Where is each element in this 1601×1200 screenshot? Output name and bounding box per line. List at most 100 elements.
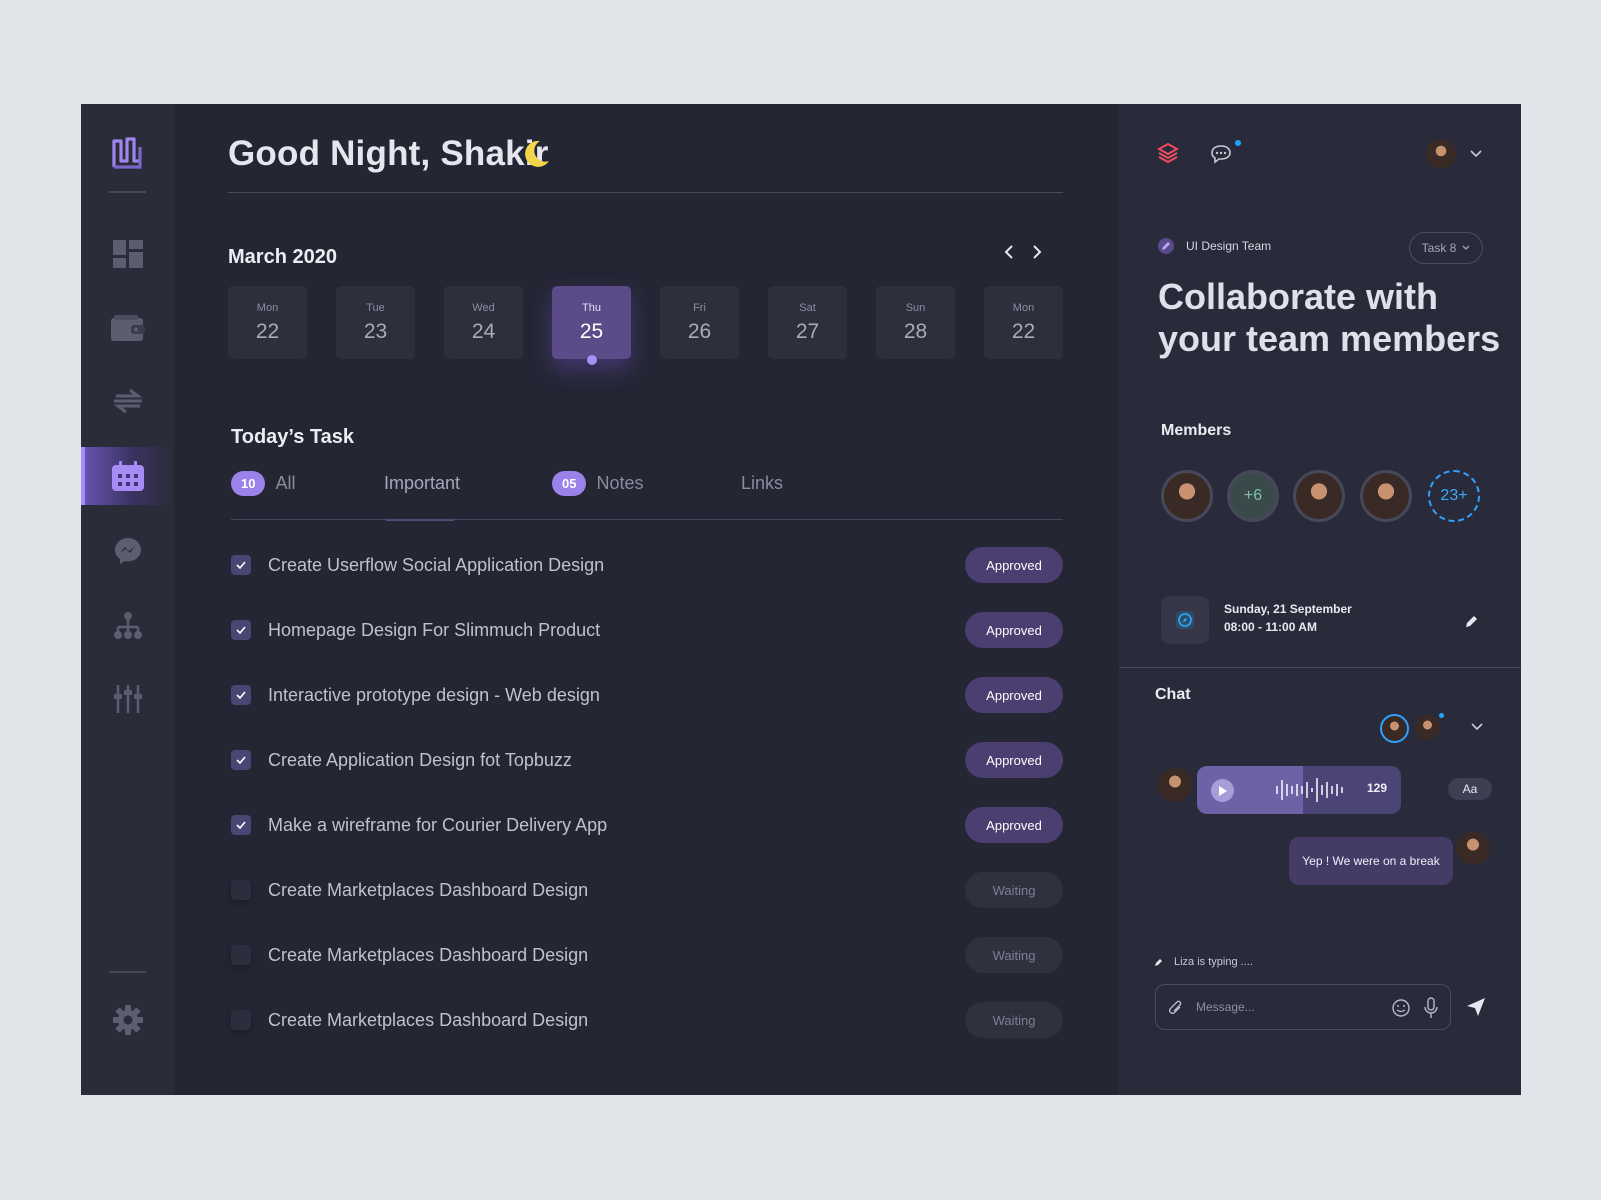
- calendar-day[interactable]: Fri 26: [660, 286, 739, 359]
- member-avatar[interactable]: [1161, 470, 1213, 522]
- members-more-button[interactable]: 23+: [1428, 470, 1480, 522]
- selected-day-dot: [587, 355, 597, 365]
- status-badge[interactable]: Approved: [965, 677, 1063, 713]
- gear-icon: [112, 1005, 143, 1035]
- task-checkbox[interactable]: [231, 945, 251, 965]
- chat-participant-avatar[interactable]: [1380, 714, 1409, 743]
- status-badge[interactable]: Waiting: [965, 1002, 1063, 1038]
- day-date: 24: [471, 320, 496, 343]
- app-window: Good Night, Shakir March 2020 Mon 22 Tue…: [81, 104, 1521, 1095]
- tab-links[interactable]: Links: [741, 468, 783, 498]
- check-icon: [236, 626, 246, 634]
- sidebar-item-hierarchy[interactable]: [81, 597, 174, 655]
- event-icon-box: [1161, 596, 1209, 644]
- day-name: Sun: [905, 302, 926, 314]
- chevron-down-icon[interactable]: [1470, 150, 1482, 158]
- task-checkbox[interactable]: [231, 685, 251, 705]
- task-checkbox[interactable]: [231, 620, 251, 640]
- tab-label: Important: [384, 472, 461, 493]
- message-input[interactable]: [1196, 997, 1376, 1017]
- tab-label: Notes: [596, 472, 644, 493]
- task-row: Create Marketplaces Dashboard Design Wai…: [231, 935, 1063, 975]
- send-icon[interactable]: [1466, 997, 1486, 1017]
- status-badge[interactable]: Approved: [965, 742, 1063, 778]
- sidebar-item-dashboard[interactable]: [81, 225, 174, 283]
- play-button[interactable]: [1211, 779, 1234, 802]
- panel-divider: [1119, 667, 1521, 668]
- attachment-icon[interactable]: [1168, 999, 1184, 1017]
- calendar-day[interactable]: Mon 22: [228, 286, 307, 359]
- logo-icon[interactable]: [110, 135, 144, 171]
- microphone-icon[interactable]: [1424, 997, 1438, 1019]
- next-week-button[interactable]: [1026, 241, 1048, 263]
- emoji-icon[interactable]: [1391, 998, 1411, 1018]
- chevron-left-icon: [1004, 245, 1013, 259]
- sidebar-item-messenger[interactable]: [81, 522, 174, 580]
- tab-all[interactable]: 10 All: [231, 468, 295, 498]
- status-badge[interactable]: Waiting: [965, 937, 1063, 973]
- tab-notes[interactable]: 05 Notes: [552, 468, 644, 498]
- wallet-icon: [110, 315, 145, 341]
- event-time: 08:00 - 11:00 AM: [1224, 620, 1317, 634]
- chevron-down-icon[interactable]: [1471, 723, 1483, 731]
- status-badge[interactable]: Approved: [965, 807, 1063, 843]
- task-dropdown[interactable]: Task 8: [1409, 232, 1483, 264]
- task-row: Create Marketplaces Dashboard Design Wai…: [231, 1000, 1063, 1040]
- tab-important[interactable]: Important: [384, 468, 460, 498]
- members-extra-count[interactable]: +6: [1227, 470, 1279, 522]
- day-date: 22: [1011, 320, 1036, 343]
- day-name: Sat: [799, 302, 816, 314]
- day-date: 23: [363, 320, 388, 343]
- task-checkbox[interactable]: [231, 815, 251, 835]
- task-chip-label: Task 8: [1421, 241, 1457, 255]
- check-icon: [236, 821, 246, 829]
- day-date: 28: [903, 320, 928, 343]
- tab-label: Links: [741, 472, 784, 493]
- task-checkbox[interactable]: [231, 880, 251, 900]
- task-checkbox[interactable]: [231, 750, 251, 770]
- calendar-day-selected[interactable]: Thu 25: [552, 286, 631, 365]
- day-date: 27: [795, 320, 820, 343]
- member-avatar[interactable]: [1360, 470, 1412, 522]
- member-avatar[interactable]: [1293, 470, 1345, 522]
- sidebar-item-settings[interactable]: [81, 991, 174, 1049]
- sidebar-item-transfer[interactable]: [81, 372, 174, 430]
- status-badge[interactable]: Approved: [965, 612, 1063, 648]
- team-name: UI Design Team: [1186, 239, 1272, 253]
- calendar-day[interactable]: Wed 24: [444, 286, 523, 359]
- chat-bubble-icon[interactable]: [1210, 144, 1232, 164]
- tab-count-badge: 05: [552, 470, 587, 496]
- prev-week-button[interactable]: [998, 241, 1020, 263]
- status-badge[interactable]: Approved: [965, 547, 1063, 583]
- sliders-icon: [113, 685, 142, 713]
- calendar-day[interactable]: Mon 22: [984, 286, 1063, 359]
- calendar-day[interactable]: Sat 27: [768, 286, 847, 359]
- calendar-month: March 2020: [228, 246, 337, 268]
- task-checkbox[interactable]: [231, 555, 251, 575]
- task-checkbox[interactable]: [231, 1010, 251, 1030]
- task-label: Homepage Design For Slimmuch Product: [268, 620, 601, 640]
- layers-icon[interactable]: [1157, 142, 1179, 164]
- day-date: 26: [687, 320, 712, 343]
- text-format-button[interactable]: Aa: [1448, 778, 1492, 800]
- dashboard-icon: [112, 240, 143, 268]
- play-icon: [1218, 785, 1227, 796]
- day-name: Mon: [256, 302, 279, 314]
- sidebar-item-sliders[interactable]: [81, 670, 174, 728]
- user-avatar[interactable]: [1426, 139, 1456, 169]
- pencil-icon: [1155, 959, 1162, 966]
- transfer-icon: [113, 388, 142, 414]
- voice-length: 129: [1367, 781, 1388, 795]
- tasks-title: Today’s Task: [231, 426, 355, 448]
- calendar-day[interactable]: Tue 23: [336, 286, 415, 359]
- sidebar-item-wallet[interactable]: [81, 299, 174, 357]
- calendar-day[interactable]: Sun 28: [876, 286, 955, 359]
- members-title: Members: [1161, 422, 1232, 439]
- sidebar-item-calendar[interactable]: [81, 447, 174, 505]
- chat-participant-avatar[interactable]: [1415, 715, 1440, 740]
- status-badge[interactable]: Waiting: [965, 872, 1063, 908]
- edit-icon[interactable]: [1465, 614, 1479, 628]
- task-label: Create Userflow Social Application Desig…: [268, 555, 605, 575]
- chevron-right-icon: [1033, 245, 1042, 259]
- header-divider: [228, 192, 1063, 193]
